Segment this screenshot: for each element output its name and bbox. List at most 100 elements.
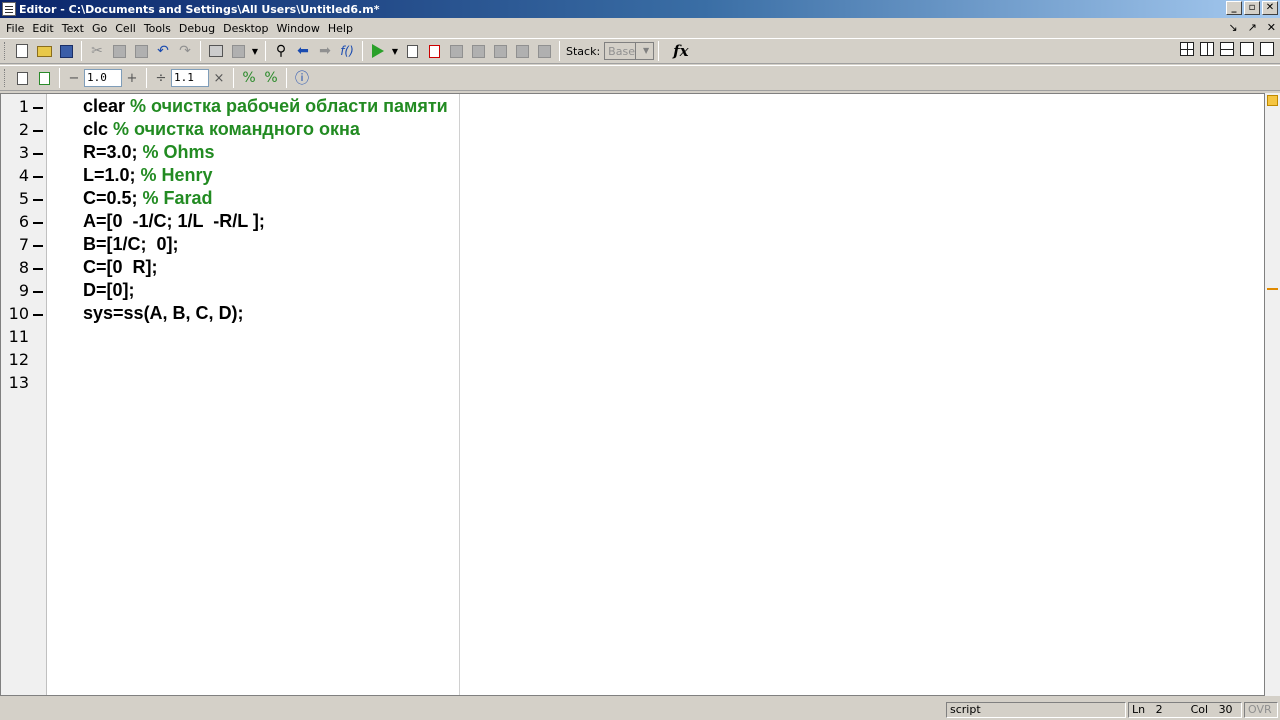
undo-button[interactable]: ↶ — [152, 40, 174, 62]
menu-tools[interactable]: Tools — [142, 22, 177, 35]
code-line[interactable]: sys=ss(A, B, C, D); — [83, 303, 244, 324]
menu-text[interactable]: Text — [60, 22, 90, 35]
redo-button[interactable]: ↷ — [174, 40, 196, 62]
undo-icon: ↶ — [157, 43, 169, 59]
decrement-button[interactable]: − — [64, 71, 84, 86]
breakpoint-marker[interactable] — [33, 222, 43, 224]
paste-button[interactable] — [130, 40, 152, 62]
step-in-button[interactable] — [467, 40, 489, 62]
code-line[interactable]: C=0.5; % Farad — [83, 188, 213, 209]
chevron-down-icon: ▼ — [634, 43, 653, 59]
back-button[interactable]: ⬅ — [292, 40, 314, 62]
minimize-button[interactable]: _ — [1226, 1, 1242, 15]
tile-layout-icon[interactable] — [1180, 42, 1194, 56]
warning-indicator-icon[interactable] — [1267, 95, 1278, 106]
evaluate-cell-button[interactable] — [33, 67, 55, 89]
print-dropdown-button[interactable]: ▼ — [249, 40, 261, 62]
code-line[interactable]: B=[1/C; 0]; — [83, 234, 179, 255]
code-line[interactable]: R=3.0; % Ohms — [83, 142, 215, 163]
close-button[interactable]: ✕ — [1262, 1, 1278, 15]
exit-debug-icon — [537, 44, 551, 58]
toolbar-grip[interactable] — [4, 69, 7, 87]
cell-info-button[interactable]: ⓘ — [291, 67, 313, 89]
menu-bar: File Edit Text Go Cell Tools Debug Deskt… — [0, 18, 1280, 38]
continue-button[interactable] — [511, 40, 533, 62]
dock-icon[interactable]: ↗ — [1248, 21, 1257, 34]
menu-window[interactable]: Window — [274, 22, 325, 35]
maximize-layout-icon[interactable] — [1260, 42, 1274, 56]
uncomment-button[interactable]: % — [260, 67, 282, 89]
code-line[interactable]: A=[0 -1/C; 1/L -R/L ]; — [83, 211, 265, 232]
line-number: 9 — [18, 281, 29, 300]
code-line[interactable]: C=[0 R]; — [83, 257, 158, 278]
code-line[interactable]: L=1.0; % Henry — [83, 165, 213, 186]
breakpoint-marker[interactable] — [33, 291, 43, 293]
ln-label: Ln — [1132, 703, 1146, 716]
code-line[interactable]: clc % очистка командного окна — [83, 119, 360, 140]
divide-value-input[interactable]: 1.1 — [171, 69, 209, 87]
paste-icon — [134, 44, 148, 58]
toolbar-grip[interactable] — [4, 42, 7, 60]
breakpoint-marker[interactable] — [33, 268, 43, 270]
col-value: 30 — [1218, 703, 1233, 716]
copy-button[interactable] — [108, 40, 130, 62]
top-bottom-layout-icon[interactable] — [1220, 42, 1234, 56]
code-text: clc — [83, 119, 114, 139]
new-file-button[interactable] — [11, 40, 33, 62]
function-icon: f() — [340, 44, 354, 58]
undock-icon[interactable]: ↘ — [1228, 21, 1237, 34]
vertical-scrollbar[interactable] — [1265, 93, 1280, 696]
print-options-button[interactable] — [227, 40, 249, 62]
function-button[interactable]: f() — [336, 40, 358, 62]
menu-cell[interactable]: Cell — [113, 22, 142, 35]
run-dropdown-button[interactable]: ▼ — [389, 40, 401, 62]
cut-button[interactable]: ✂ — [86, 40, 108, 62]
insert-cell-button[interactable] — [11, 67, 33, 89]
breakpoint-marker[interactable] — [33, 130, 43, 132]
set-breakpoint-button[interactable] — [401, 40, 423, 62]
code-line[interactable]: clear % очистка рабочей области памяти — [83, 96, 448, 117]
continue-icon — [515, 44, 529, 58]
message-marker[interactable] — [1267, 288, 1278, 290]
increment-button[interactable]: + — [122, 71, 142, 86]
breakpoint-marker[interactable] — [33, 245, 43, 247]
menu-desktop[interactable]: Desktop — [221, 22, 274, 35]
decrement-value-input[interactable]: 1.0 — [84, 69, 122, 87]
menu-file[interactable]: File — [4, 22, 30, 35]
save-button[interactable] — [55, 40, 77, 62]
restore-button[interactable]: ▫ — [1244, 1, 1260, 15]
step-out-button[interactable] — [489, 40, 511, 62]
breakpoint-marker[interactable] — [33, 314, 43, 316]
stack-select[interactable]: Base ▼ — [604, 42, 655, 60]
clear-breakpoints-button[interactable] — [423, 40, 445, 62]
breakpoint-marker[interactable] — [33, 176, 43, 178]
printer-icon — [209, 45, 223, 57]
code-line[interactable]: D=[0]; — [83, 280, 135, 301]
main-toolbar: ✂ ↶ ↷ ▼ ⚲ ⬅ ➡ f() ▼ Stack: Base ▼ fx — [0, 38, 1280, 64]
comment-button[interactable]: % — [238, 67, 260, 89]
menu-edit[interactable]: Edit — [30, 22, 59, 35]
float-layout-icon[interactable] — [1240, 42, 1254, 56]
exit-debug-button[interactable] — [533, 40, 555, 62]
left-right-layout-icon[interactable] — [1200, 42, 1214, 56]
breakpoint-marker[interactable] — [33, 107, 43, 109]
status-mode: script — [946, 702, 1126, 718]
redo-icon: ↷ — [179, 43, 191, 59]
close-document-icon[interactable]: ✕ — [1267, 21, 1276, 34]
menu-help[interactable]: Help — [326, 22, 359, 35]
find-button[interactable]: ⚲ — [270, 40, 292, 62]
forward-button[interactable]: ➡ — [314, 40, 336, 62]
code-text: C=[0 R]; — [83, 257, 158, 277]
fx-button[interactable]: fx — [673, 42, 688, 60]
breakpoint-marker[interactable] — [33, 153, 43, 155]
run-button[interactable] — [367, 40, 389, 62]
divide-button[interactable]: ÷ — [151, 71, 171, 86]
menu-debug[interactable]: Debug — [177, 22, 221, 35]
menu-go[interactable]: Go — [90, 22, 113, 35]
multiply-button[interactable]: × — [209, 71, 229, 86]
step-button[interactable] — [445, 40, 467, 62]
breakpoint-marker[interactable] — [33, 199, 43, 201]
code-editor[interactable]: 1 2 3 4 5 6 7 8 9 10 11 12 13 clear % оч… — [0, 93, 1265, 696]
print-button[interactable] — [205, 40, 227, 62]
open-file-button[interactable] — [33, 40, 55, 62]
